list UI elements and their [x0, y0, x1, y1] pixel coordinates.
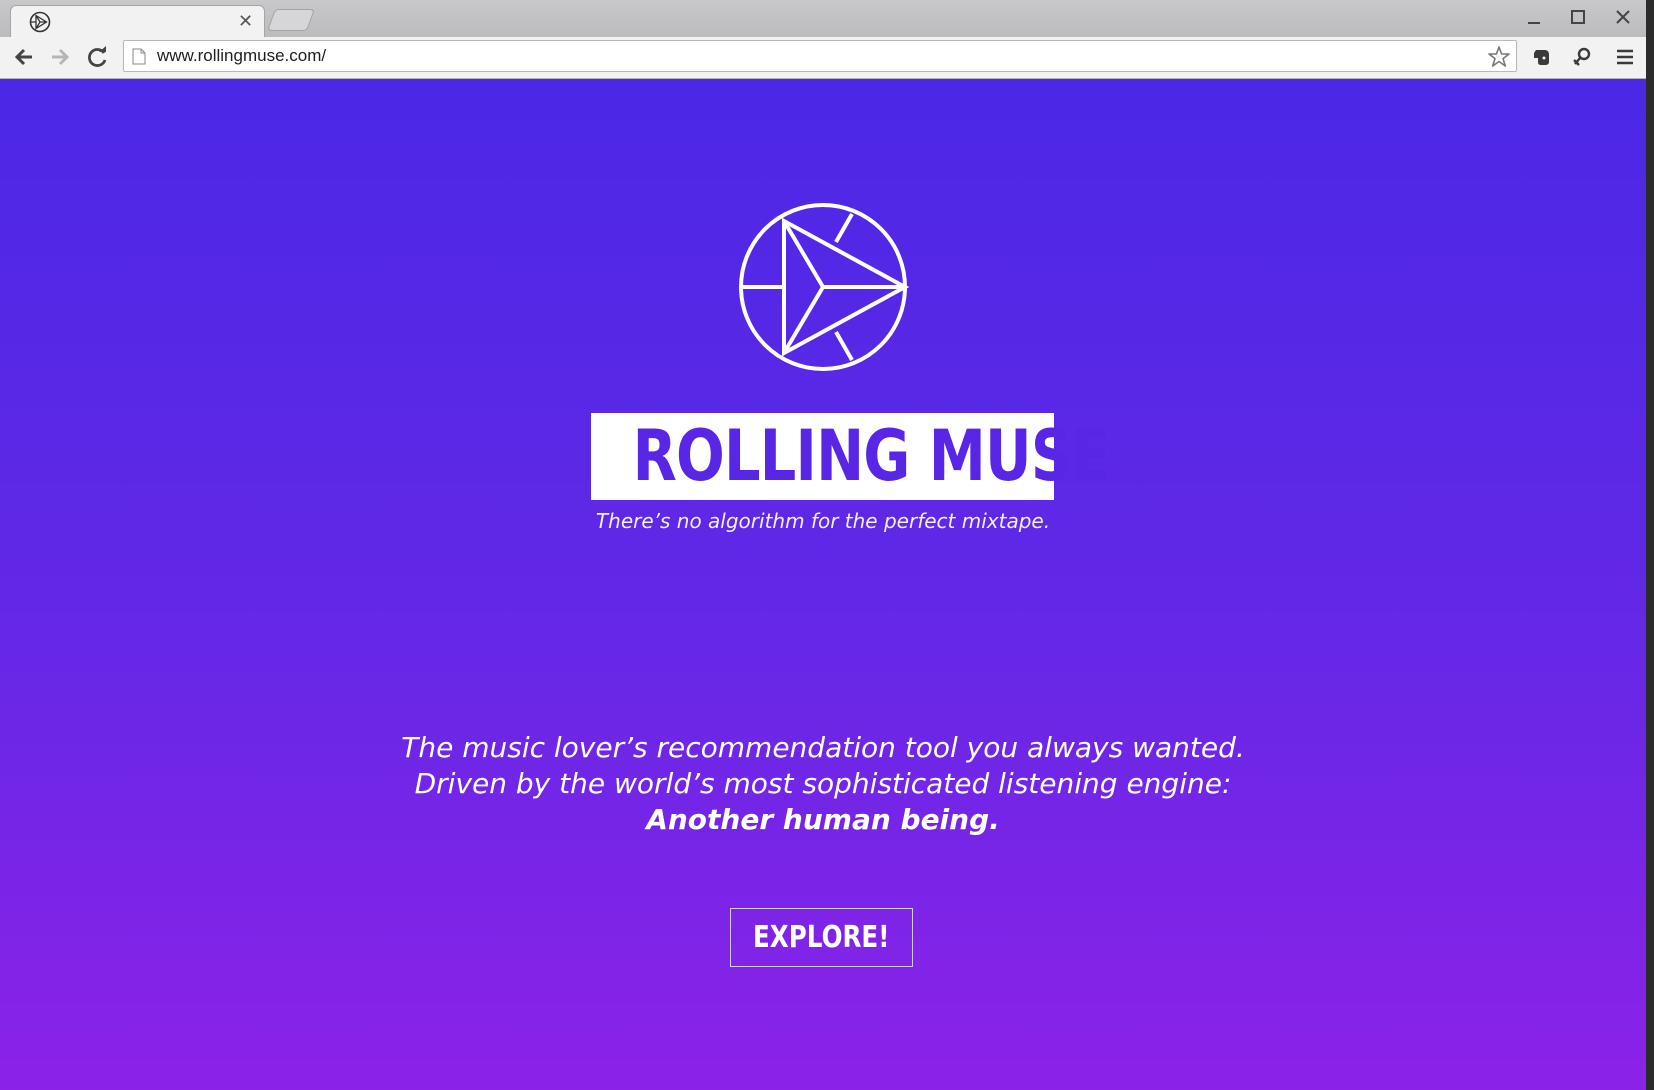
- explore-button-label: EXPLORE!: [753, 920, 890, 955]
- tab-strip: ✕: [0, 0, 1646, 38]
- pitch-line-2: Driven by the world’s most sophisticated…: [414, 767, 1232, 800]
- explore-button[interactable]: EXPLORE!: [730, 908, 913, 967]
- site-title: ROLLING MUSE: [632, 415, 1111, 497]
- tagline: There’s no algorithm for the perfect mix…: [595, 509, 1051, 533]
- extension-icon[interactable]: [1570, 45, 1594, 69]
- pitch-text: The music lover’s recommendation tool yo…: [300, 730, 1346, 838]
- browser-window: ✕ www.rollingmuse.com/ ROLLING MUSE Ther…: [0, 0, 1646, 1090]
- address-bar[interactable]: www.rollingmuse.com/: [123, 40, 1517, 72]
- reload-icon[interactable]: [84, 43, 112, 71]
- url-text[interactable]: www.rollingmuse.com/: [157, 46, 326, 66]
- landing-page: ROLLING MUSE There’s no algorithm for th…: [0, 79, 1646, 1090]
- pitch-line-3: Another human being.: [646, 803, 1000, 836]
- page-icon: [132, 48, 146, 65]
- back-arrow-icon[interactable]: [10, 43, 38, 71]
- close-tab-icon[interactable]: ✕: [238, 10, 253, 32]
- minimize-icon[interactable]: [1521, 4, 1547, 30]
- evernote-extension-icon[interactable]: [1530, 45, 1554, 69]
- menu-icon[interactable]: [1613, 45, 1637, 69]
- close-window-icon[interactable]: [1610, 4, 1636, 30]
- bookmark-star-icon[interactable]: [1486, 44, 1512, 70]
- pitch-line-1: The music lover’s recommendation tool yo…: [401, 731, 1245, 764]
- browser-tab[interactable]: ✕: [10, 5, 265, 38]
- maximize-icon[interactable]: [1565, 4, 1591, 30]
- rolling-muse-favicon-icon: [29, 11, 51, 33]
- browser-toolbar: www.rollingmuse.com/: [0, 37, 1646, 79]
- forward-arrow-icon[interactable]: [46, 43, 74, 71]
- rolling-muse-logo-icon: [739, 203, 909, 371]
- site-title-banner: ROLLING MUSE: [591, 413, 1111, 500]
- new-tab-button[interactable]: [266, 9, 316, 31]
